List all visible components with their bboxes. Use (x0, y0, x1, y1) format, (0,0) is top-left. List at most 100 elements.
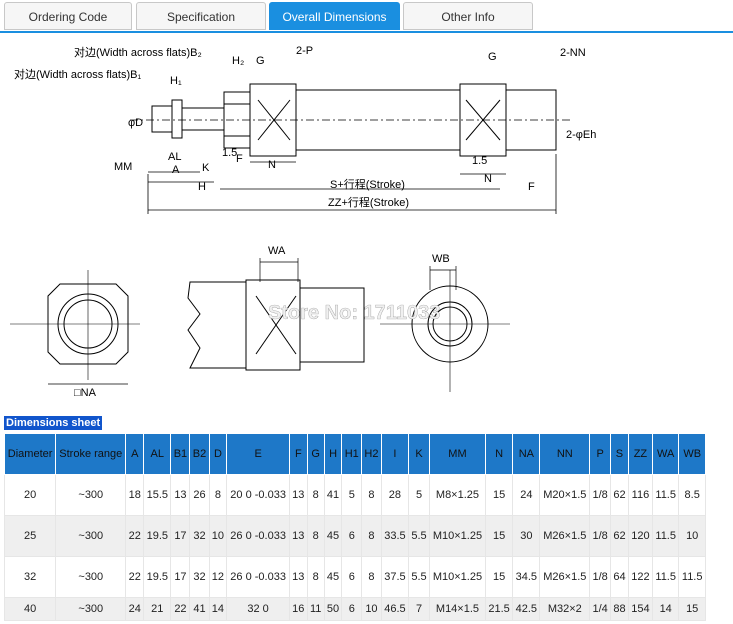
table-cell: 28 (380, 474, 410, 516)
table-cell: 5 (408, 474, 430, 516)
table-cell: 8 (306, 474, 325, 516)
label-2nn: 2-NN (560, 47, 586, 59)
table-cell: 11 (306, 597, 325, 621)
th-a: A (125, 433, 145, 475)
table-cell: 11.5 (678, 556, 706, 598)
table-cell: 33.5 (380, 515, 410, 557)
label-b2: 对边(Width across flats)B₂ (74, 45, 202, 59)
table-cell: 15 (484, 556, 514, 598)
table-cell: 37.5 (380, 556, 410, 598)
table-cell: 45 (323, 515, 343, 557)
th-h: H (323, 433, 343, 475)
label-wa: WA (268, 245, 286, 257)
label-n-left: N (268, 159, 276, 171)
table-cell: 24 (125, 597, 145, 621)
th-n: N (484, 433, 514, 475)
table-cell: 42.5 (512, 597, 541, 621)
tab-underline (0, 31, 733, 33)
table-cell: ~300 (55, 556, 127, 598)
label-wb: WB (432, 253, 450, 265)
table-cell: 15 (678, 597, 706, 621)
table-cell: 6 (341, 597, 363, 621)
tab-other-info[interactable]: Other Info (403, 2, 533, 30)
table-cell: 41 (189, 597, 210, 621)
label-g-left: G (256, 55, 265, 67)
label-eh: 2-φEh (566, 129, 596, 141)
th-s: S (610, 433, 629, 475)
table-cell: 24 (512, 474, 541, 516)
table-cell: M14×1.5 (428, 597, 486, 621)
table-cell: 1/8 (589, 556, 612, 598)
label-15-left: 1.5 (222, 147, 237, 159)
table-cell: 122 (627, 556, 653, 598)
table-cell: 25 (3, 515, 57, 557)
tab-ordering-code[interactable]: Ordering Code (4, 2, 132, 30)
table-cell: 32 (189, 515, 210, 557)
table-cell: 88 (610, 597, 629, 621)
label-s: S+行程(Stroke) (330, 178, 405, 191)
th-stroke-range: Stroke range (55, 433, 127, 475)
table-cell: 20 0 -0.033 (226, 474, 290, 516)
table-cell: 14 (651, 597, 680, 621)
th-i: I (380, 433, 410, 475)
table-row: 40 ~300 24 21 22 41 14 32 0 16 11 50 6 1… (3, 597, 706, 621)
table-cell: 21.5 (484, 597, 514, 621)
dimensions-sheet-title: Dimensions sheet (4, 416, 103, 430)
table-cell: 50 (323, 597, 343, 621)
th-wa: WA (651, 433, 680, 475)
th-h1: H1 (341, 433, 363, 475)
table-cell: 1/4 (589, 597, 612, 621)
label-al: AL (168, 151, 181, 163)
table-cell: 26 0 -0.033 (226, 515, 290, 557)
th-p: P (589, 433, 612, 475)
table-cell: 17 (170, 556, 191, 598)
table-cell: 1/8 (589, 474, 612, 516)
label-g-right: G (488, 51, 497, 63)
table-cell: M8×1.25 (428, 474, 486, 516)
tab-overall-dimensions[interactable]: Overall Dimensions (269, 2, 400, 30)
th-al: AL (143, 433, 172, 475)
table-cell: 8 (361, 474, 382, 516)
table-cell: 6 (341, 515, 363, 557)
dimension-drawing: 对边(Width across flats)B₂ 对边(Width across… (10, 45, 596, 399)
label-mm: MM (114, 161, 132, 173)
table-cell: 13 (288, 556, 308, 598)
table-cell: 21 (143, 597, 172, 621)
table-cell: 40 (3, 597, 57, 621)
table-cell: 26 0 -0.033 (226, 556, 290, 598)
drawing-text: 对边(Width across flats)B₂ 对边(Width across… (14, 45, 596, 209)
store-watermark: Store No: 1711033 (268, 302, 440, 324)
table-cell: 32 (3, 556, 57, 598)
table-header-row: Diameter Stroke range A AL B1 B2 D E F G… (3, 433, 706, 475)
th-e: E (226, 433, 290, 475)
table-cell: 120 (627, 515, 653, 557)
label-d: φD (128, 117, 143, 129)
table-cell: M26×1.5 (539, 556, 591, 598)
table-cell: 19.5 (143, 556, 172, 598)
th-mm: MM (428, 433, 486, 475)
label-a: A (172, 164, 180, 176)
table-cell: 15.5 (143, 474, 172, 516)
th-nn: NN (539, 433, 591, 475)
tab-bar: Ordering Code Specification Overall Dime… (0, 0, 733, 34)
tab-specification[interactable]: Specification (136, 2, 266, 30)
table-cell: 17 (170, 515, 191, 557)
label-h1: H₁ (170, 75, 182, 87)
table-cell: ~300 (55, 474, 127, 516)
table-cell: 22 (125, 515, 145, 557)
table-cell: 14 (208, 597, 228, 621)
th-f: F (288, 433, 308, 475)
table-cell: 19.5 (143, 515, 172, 557)
table-cell: ~300 (55, 597, 127, 621)
table-cell: 6 (341, 556, 363, 598)
table-row: 20 ~300 18 15.5 13 26 8 20 0 -0.033 13 8… (3, 474, 706, 516)
th-d: D (208, 433, 228, 475)
table-cell: 10 (208, 515, 228, 557)
table-cell: 15 (484, 474, 514, 516)
label-na: □NA (74, 387, 97, 399)
table-cell: 22 (125, 556, 145, 598)
table-cell: 64 (610, 556, 629, 598)
th-zz: ZZ (627, 433, 653, 475)
table-cell: 46.5 (380, 597, 410, 621)
table-row: 25 ~300 22 19.5 17 32 10 26 0 -0.033 13 … (3, 515, 706, 557)
